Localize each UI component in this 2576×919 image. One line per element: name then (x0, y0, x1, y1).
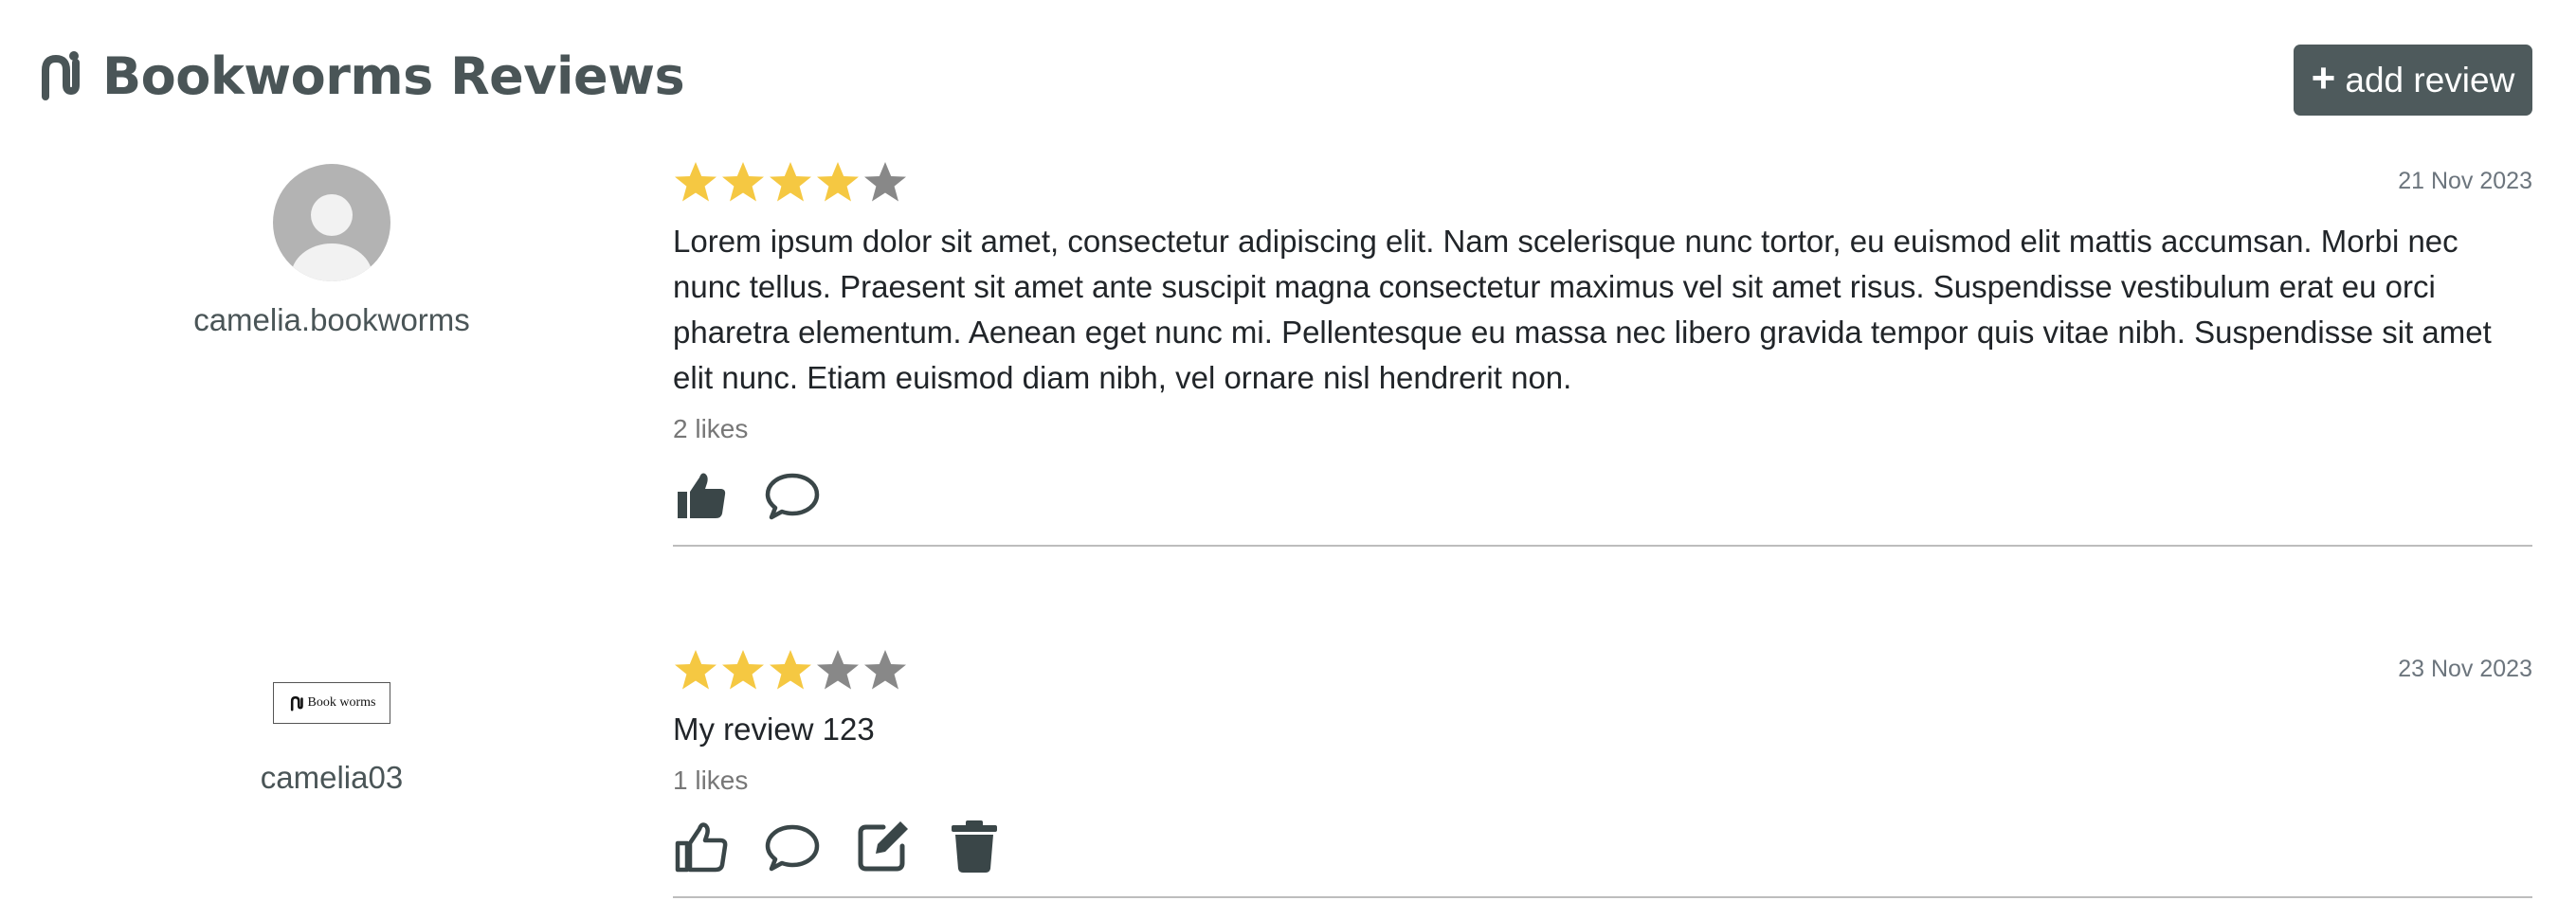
comment-icon[interactable] (764, 466, 821, 523)
star-empty-icon (864, 162, 906, 202)
review-text: My review 123 (673, 712, 875, 747)
add-review-label: add review (2345, 60, 2515, 99)
star-filled-icon (722, 650, 764, 690)
review-date: 21 Nov 2023 (2398, 168, 2532, 194)
likes-count: 1 likes (673, 766, 749, 795)
review-text: Lorem ipsum dolor sit amet, consectetur … (673, 224, 2492, 395)
likes-count: 2 likes (673, 414, 749, 443)
star-filled-icon (770, 162, 811, 202)
star-rating (673, 156, 2532, 209)
review-author: Book worms camelia03 (180, 671, 483, 796)
avatar-logo-text: Book worms (307, 695, 376, 710)
star-filled-icon (675, 650, 717, 690)
page-header: Bookworms Reviews (38, 42, 685, 110)
page-title: Bookworms Reviews (102, 45, 685, 106)
review-item: Book worms camelia03 23 Nov 2023 My revi… (0, 644, 2576, 919)
plus-icon: + (2311, 54, 2336, 101)
review-date: 23 Nov 2023 (2398, 656, 2532, 682)
review-actions (673, 817, 2532, 875)
review-content: 21 Nov 2023 Lorem ipsum dolor sit amet, … (673, 156, 2532, 547)
star-empty-icon (864, 650, 906, 690)
add-review-button[interactable]: + add review (2294, 45, 2532, 116)
review-actions (673, 465, 2532, 524)
avatar: Book worms (273, 682, 390, 724)
username[interactable]: camelia03 (261, 760, 403, 796)
avatar (273, 164, 390, 281)
review-content: 23 Nov 2023 My review 123 1 likes (673, 644, 2532, 898)
edit-icon[interactable] (855, 818, 912, 874)
review-author: camelia.bookworms (180, 164, 483, 338)
bookworm-logo-icon (42, 51, 80, 100)
reviews-page: Bookworms Reviews + add review camelia.b… (0, 0, 2576, 919)
review-divider (673, 545, 2532, 547)
star-rating (673, 644, 2532, 697)
like-icon[interactable] (673, 818, 730, 874)
bookworm-logo-icon (290, 695, 303, 712)
username[interactable]: camelia.bookworms (193, 302, 470, 338)
review-item: camelia.bookworms 21 Nov 2023 Lorem ipsu… (0, 156, 2576, 559)
star-filled-icon (770, 650, 811, 690)
like-icon[interactable] (673, 466, 730, 523)
review-divider (673, 896, 2532, 898)
star-empty-icon (817, 650, 859, 690)
star-filled-icon (817, 162, 859, 202)
star-filled-icon (722, 162, 764, 202)
delete-icon[interactable] (946, 818, 1003, 874)
star-filled-icon (675, 162, 717, 202)
comment-icon[interactable] (764, 818, 821, 874)
